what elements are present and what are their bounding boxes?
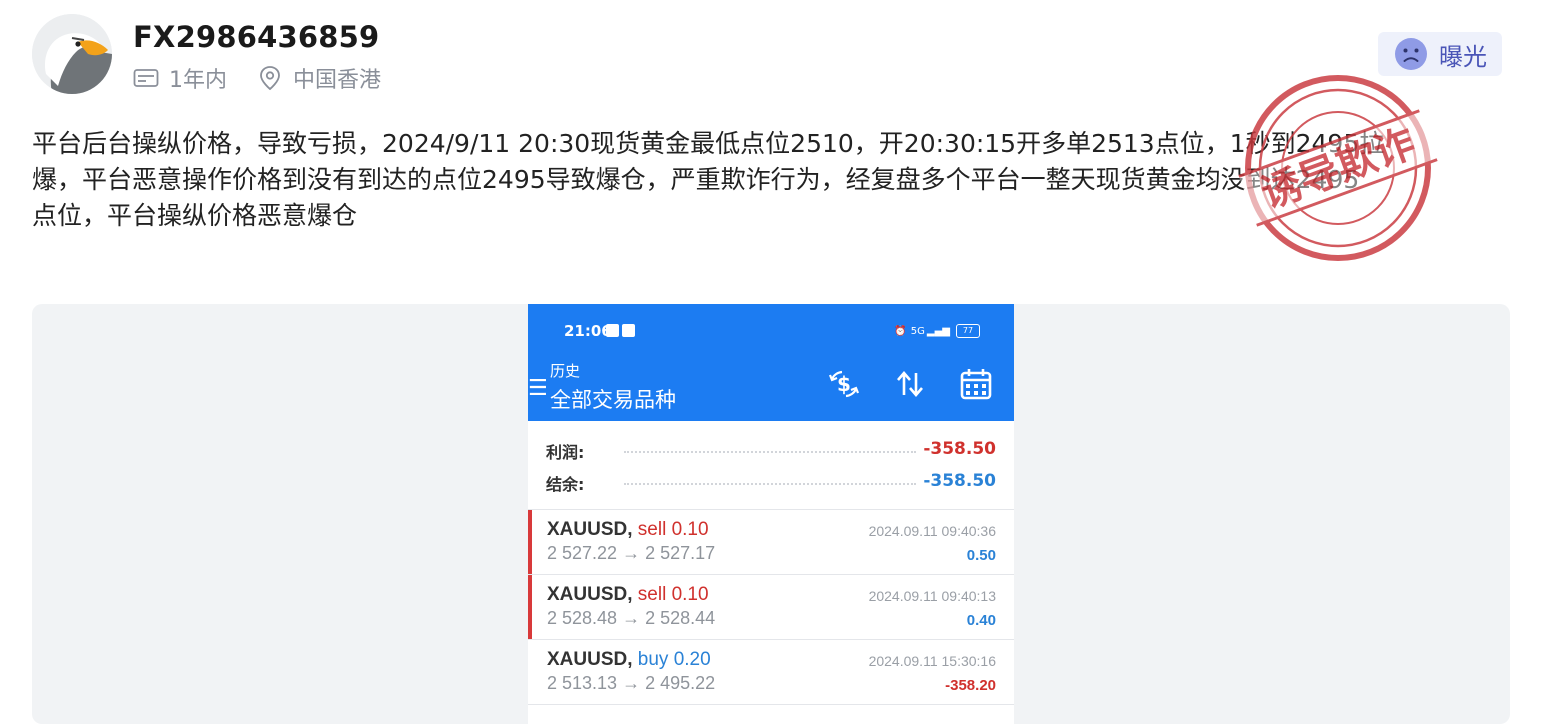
menu-icon[interactable]: ☰ (528, 376, 548, 401)
toolbar: $ (826, 366, 1014, 402)
trade-side: sell 0.10 (637, 519, 709, 540)
trade-date: 2024.09.11 09:40:13 (868, 588, 996, 604)
currency-exchange-icon[interactable]: $ (826, 366, 862, 402)
phone-screenshot: 21:06 ⏰ 5G ▂▄▆ 77 ☰ 历史 全部交易品种 $ 利润: -358… (528, 304, 1014, 724)
trade-prices: 2 513.13 → 2 495.22 (547, 673, 716, 693)
battery-icon: 77 (956, 324, 980, 338)
trade-profit: 0.40 (966, 612, 996, 629)
trade-date: 2024.09.11 15:30:16 (868, 653, 996, 669)
location-pin-icon (257, 65, 283, 91)
trade-row[interactable]: XAUUSD, sell 0.10 2 527.22 → 2 527.17 20… (528, 510, 1014, 575)
summary-value: -358.50 (923, 439, 996, 459)
trade-profit: 0.50 (966, 547, 996, 564)
trade-symbol: XAUUSD, (547, 584, 633, 605)
sort-icon[interactable] (892, 366, 928, 402)
status-icons (606, 324, 638, 337)
signal-label: 5G (910, 325, 925, 337)
eagle-logo-icon (32, 14, 112, 94)
summary-row-balance: 结余: -358.50 (546, 471, 996, 495)
calendar-icon[interactable] (958, 366, 994, 402)
status-time: 21:06 (564, 322, 612, 340)
svg-text:$: $ (837, 372, 851, 396)
account-summary: 利润: -358.50 结余: -358.50 (528, 421, 1014, 510)
summary-label: 结余: (546, 475, 585, 494)
trade-side: buy 0.20 (637, 649, 711, 670)
trade-side: sell 0.10 (637, 584, 709, 605)
user-meta: 1年内 中国香港 (133, 62, 381, 94)
trade-symbol: XAUUSD, (547, 649, 633, 670)
trade-date: 2024.09.11 09:40:36 (868, 523, 996, 539)
trade-row[interactable]: XAUUSD, sell 0.10 2 528.48 → 2 528.44 20… (528, 575, 1014, 640)
signal-icon: ▂▄▆ (926, 325, 950, 337)
sad-face-icon (1395, 38, 1427, 70)
expose-button[interactable]: 曝光 (1378, 32, 1502, 76)
post-line: 爆，平台恶意操作价格到没有到达的点位2495导致爆仓，严重欺诈行为，经复盘多个平… (32, 165, 1360, 194)
account-age: 1年内 (169, 68, 227, 93)
expose-label: 曝光 (1439, 42, 1487, 71)
alarm-icon: ⏰ (894, 325, 907, 337)
app-header: 21:06 ⏰ 5G ▂▄▆ 77 ☰ 历史 全部交易品种 $ (528, 304, 1014, 421)
username[interactable]: FX2986436859 (133, 20, 379, 54)
status-right: ⏰ 5G ▂▄▆ 77 (894, 324, 980, 338)
trade-marker (528, 575, 532, 639)
page-subtitle: 历史 (550, 362, 581, 380)
trade-marker (528, 510, 532, 574)
post-line: 点位，平台操纵价格恶意爆仓 (32, 201, 358, 230)
trade-symbol: XAUUSD, (547, 519, 633, 540)
avatar[interactable] (32, 14, 112, 94)
location: 中国香港 (293, 68, 382, 93)
post-image[interactable]: 21:06 ⏰ 5G ▂▄▆ 77 ☰ 历史 全部交易品种 $ 利润: -358… (32, 304, 1510, 724)
notification-icon (622, 324, 635, 337)
summary-value: -358.50 (923, 471, 996, 491)
trade-prices: 2 527.22 → 2 527.17 (547, 543, 716, 563)
notification-icon (606, 324, 619, 337)
summary-label: 利润: (546, 443, 585, 462)
trade-row[interactable]: XAUUSD, buy 0.20 2 513.13 → 2 495.22 202… (528, 640, 1014, 705)
trade-prices: 2 528.48 → 2 528.44 (547, 608, 716, 628)
post-line: 平台后台操纵价格，导致亏损，2024/9/11 20:30现货黄金最低点位251… (32, 129, 1385, 158)
post-content: 平台后台操纵价格，导致亏损，2024/9/11 20:30现货黄金最低点位251… (32, 126, 1512, 234)
summary-row-profit: 利润: -358.50 (546, 439, 996, 463)
page-title[interactable]: 全部交易品种 (550, 384, 676, 414)
trade-profit: -358.20 (945, 677, 996, 694)
id-card-icon (133, 65, 159, 91)
